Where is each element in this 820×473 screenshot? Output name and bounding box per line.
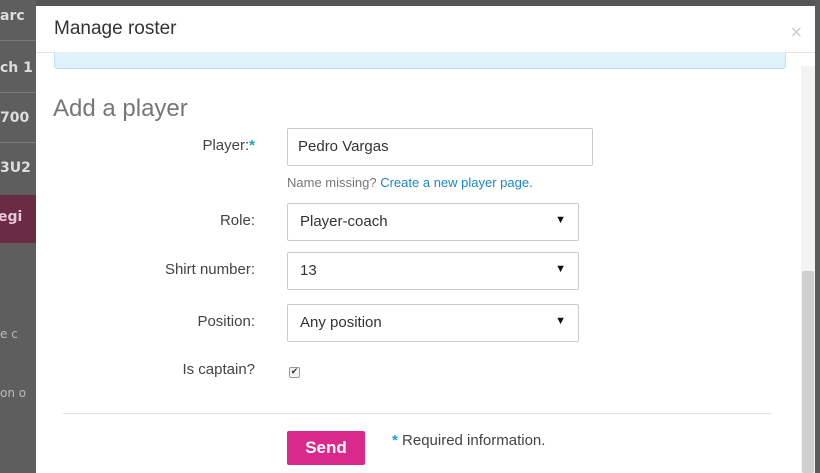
background-register-button: egi xyxy=(0,195,36,243)
background-text: ch 1 xyxy=(0,60,33,76)
send-button[interactable]: Send xyxy=(287,431,365,465)
background-text: e c xyxy=(0,327,18,341)
position-select[interactable]: Any position ▼ xyxy=(287,304,579,342)
player-input[interactable]: Pedro Vargas xyxy=(287,128,593,166)
position-label: Position: xyxy=(197,313,255,330)
position-value: Any position xyxy=(300,314,382,331)
section-title: Add a player xyxy=(53,95,188,122)
player-label-text: Player: xyxy=(202,137,250,154)
background-text: 700 xyxy=(0,110,30,126)
background-page: arc ch 1 700 3U2 egi e c on o xyxy=(0,0,36,473)
required-star: * xyxy=(392,432,398,449)
captain-label: Is captain? xyxy=(182,361,255,378)
close-icon[interactable]: × xyxy=(790,22,803,41)
background-text: 3U2 xyxy=(0,160,31,176)
shirt-number-value: 13 xyxy=(300,262,317,279)
background-divider xyxy=(0,142,36,143)
role-label: Role: xyxy=(219,212,255,229)
background-page-right xyxy=(815,0,820,473)
dropdown-arrow-icon: ▼ xyxy=(555,263,566,275)
player-label: Player:* xyxy=(202,137,255,154)
background-text: egi xyxy=(0,209,23,225)
dropdown-arrow-icon: ▼ xyxy=(555,315,566,327)
background-text: on o xyxy=(0,386,27,400)
background-text: arc xyxy=(0,8,25,24)
role-select[interactable]: Player-coach ▼ xyxy=(287,203,579,241)
scrollbar-thumb[interactable] xyxy=(802,271,814,473)
required-note-text: Required information. xyxy=(402,432,546,449)
help-text: Name missing? xyxy=(287,175,377,190)
shirt-number-label: Shirt number: xyxy=(164,261,255,278)
background-divider xyxy=(0,40,36,41)
manage-roster-modal: Manage roster × Add a player Player:* Pe… xyxy=(36,6,815,473)
modal-header: Manage roster × xyxy=(36,6,815,53)
info-alert xyxy=(54,52,786,69)
shirt-number-select[interactable]: 13 ▼ xyxy=(287,252,579,290)
create-player-page-link[interactable]: Create a new player page. xyxy=(380,175,532,190)
required-star: * xyxy=(249,137,255,154)
role-value: Player-coach xyxy=(300,213,388,230)
player-help: Name missing? Create a new player page. xyxy=(287,175,533,190)
background-divider xyxy=(0,92,36,93)
captain-checkbox[interactable]: ✔ xyxy=(289,367,300,378)
dropdown-arrow-icon: ▼ xyxy=(555,214,566,226)
modal-title: Manage roster xyxy=(54,18,177,39)
form-divider xyxy=(63,413,771,414)
required-note: * Required information. xyxy=(392,432,545,449)
